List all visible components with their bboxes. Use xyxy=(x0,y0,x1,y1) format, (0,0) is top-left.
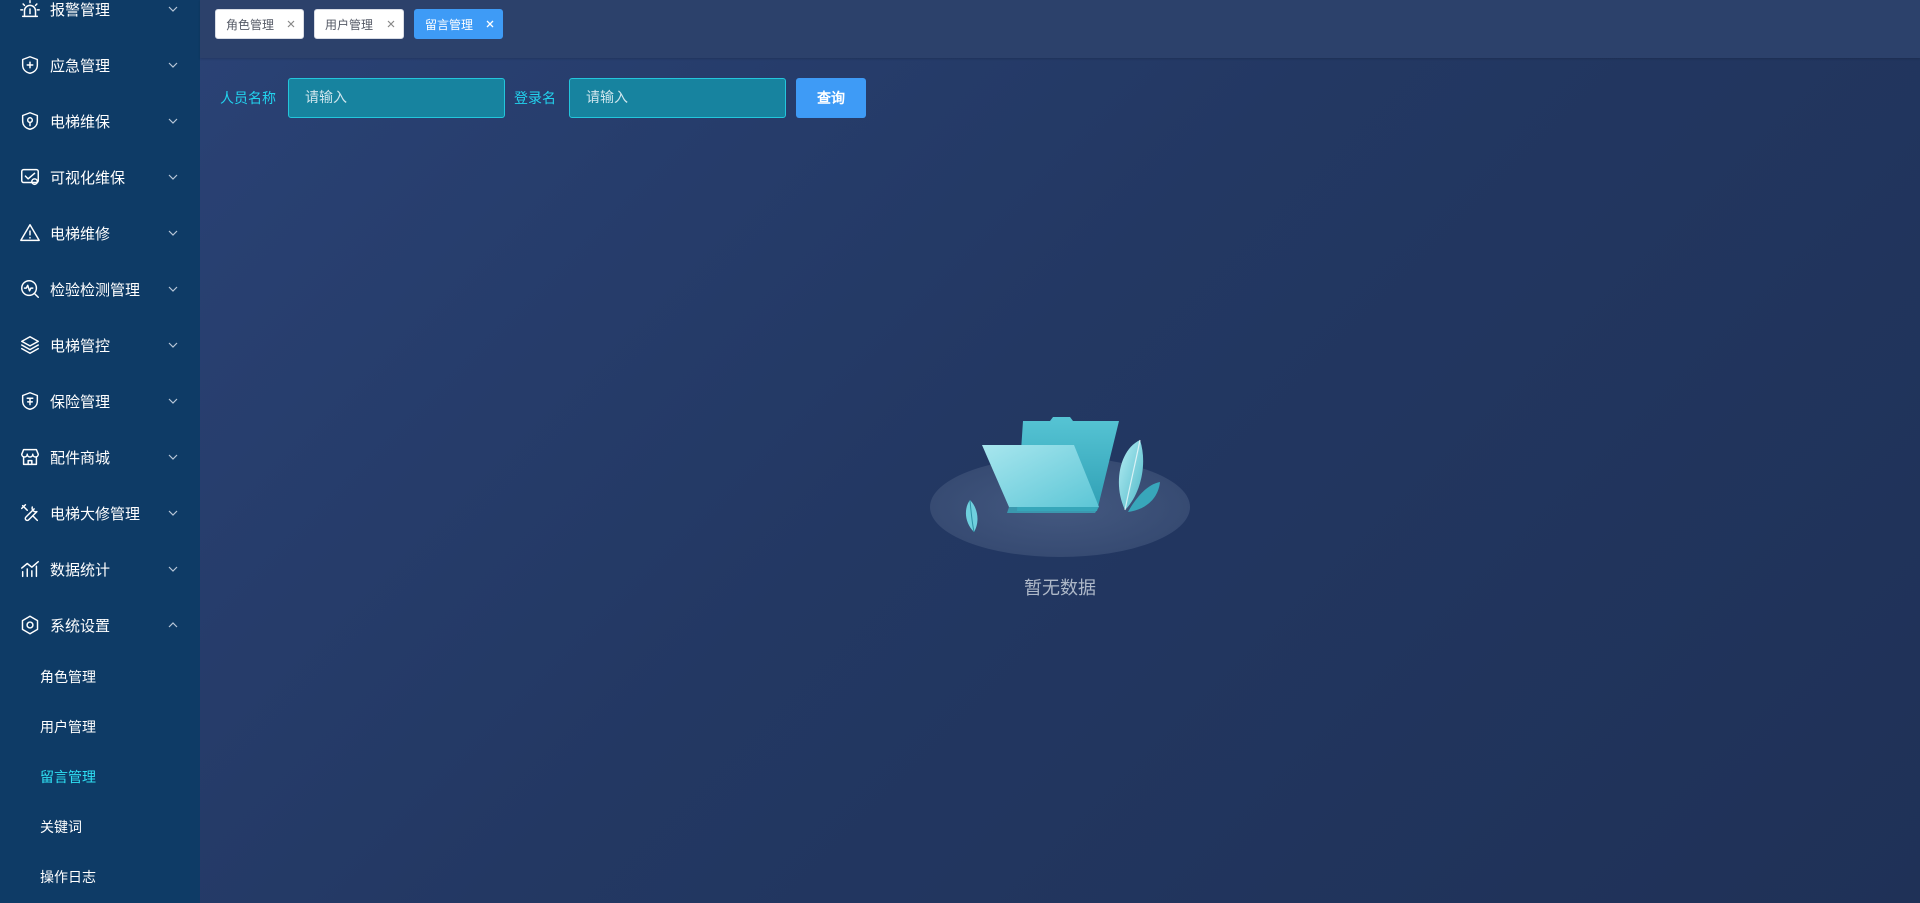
menu-item-control[interactable]: 电梯管控 xyxy=(0,317,200,373)
chevron-down-icon xyxy=(167,283,179,295)
submenu-item-users[interactable]: 用户管理 xyxy=(0,702,200,752)
main-content: 角色管理 用户管理 留言管理 人员名称 登录名 查询 xyxy=(200,0,1920,903)
query-button[interactable]: 查询 xyxy=(796,78,866,118)
chevron-down-icon xyxy=(167,507,179,519)
sidebar: 报警管理 应急管理 电梯维保 可视化维保 电梯维修 检验检测管理 电梯管控 保险… xyxy=(0,0,200,903)
chevron-down-icon xyxy=(167,171,179,183)
chevron-down-icon xyxy=(167,115,179,127)
submenu-label: 角色管理 xyxy=(40,670,96,686)
tools-icon xyxy=(19,502,41,524)
menu-item-insurance[interactable]: 保险管理 xyxy=(0,373,200,429)
shield-wrench-icon xyxy=(19,110,41,132)
menu-item-maintenance[interactable]: 电梯维保 xyxy=(0,93,200,149)
chevron-down-icon xyxy=(167,563,179,575)
alarm-icon xyxy=(19,0,41,20)
menu-label: 保险管理 xyxy=(50,392,111,411)
menu-item-system-settings[interactable]: 系统设置 xyxy=(0,597,200,653)
chevron-down-icon xyxy=(167,59,179,71)
name-label: 人员名称 xyxy=(220,91,276,107)
menu-item-overhaul[interactable]: 电梯大修管理 xyxy=(0,485,200,541)
submenu-item-operation-log[interactable]: 操作日志 xyxy=(0,852,200,902)
tab-messages[interactable]: 留言管理 xyxy=(414,9,503,39)
tab-label: 用户管理 xyxy=(325,17,374,32)
chevron-down-icon xyxy=(167,3,179,15)
submenu-item-messages[interactable]: 留言管理 xyxy=(0,752,200,802)
menu-label: 数据统计 xyxy=(50,560,111,579)
menu-item-emergency[interactable]: 应急管理 xyxy=(0,37,200,93)
menu-item-inspection[interactable]: 检验检测管理 xyxy=(0,261,200,317)
chevron-up-icon xyxy=(167,619,179,631)
submenu-label: 用户管理 xyxy=(40,720,96,736)
close-icon[interactable] xyxy=(385,18,397,30)
empty-text: 暂无数据 xyxy=(1024,578,1096,599)
close-icon[interactable] xyxy=(285,18,297,30)
menu-label: 检验检测管理 xyxy=(50,280,141,299)
tab-roles[interactable]: 角色管理 xyxy=(215,9,304,39)
submenu-label: 关键词 xyxy=(40,820,82,836)
empty-illustration xyxy=(930,410,1190,600)
menu-item-store[interactable]: 配件商城 xyxy=(0,429,200,485)
search-pulse-icon xyxy=(19,278,41,300)
tab-label: 角色管理 xyxy=(226,17,275,32)
name-input[interactable] xyxy=(288,78,505,118)
menu-item-statistics[interactable]: 数据统计 xyxy=(0,541,200,597)
menu-item-visual-maintenance[interactable]: 可视化维保 xyxy=(0,149,200,205)
menu-label: 配件商城 xyxy=(50,448,111,467)
layers-icon xyxy=(19,334,41,356)
menu-label: 系统设置 xyxy=(50,616,111,635)
login-label: 登录名 xyxy=(514,91,556,107)
menu-label: 电梯管控 xyxy=(50,336,111,355)
submenu-label: 操作日志 xyxy=(40,870,96,886)
tab-bar: 角色管理 用户管理 留言管理 xyxy=(200,0,1920,58)
menu-item-repair[interactable]: 电梯维修 xyxy=(0,205,200,261)
chart-icon xyxy=(19,558,41,580)
tab-users[interactable]: 用户管理 xyxy=(314,9,404,39)
close-icon[interactable] xyxy=(484,18,496,30)
empty-folder-icon xyxy=(930,417,1190,557)
submenu-item-keywords[interactable]: 关键词 xyxy=(0,802,200,852)
menu-label: 电梯大修管理 xyxy=(50,504,141,523)
store-icon xyxy=(19,446,41,468)
menu-label: 应急管理 xyxy=(50,56,111,75)
monitor-check-icon xyxy=(19,166,41,188)
chevron-down-icon xyxy=(167,395,179,407)
settings-icon xyxy=(19,614,41,636)
submenu-item-roles[interactable]: 角色管理 xyxy=(0,652,200,702)
menu-label: 报警管理 xyxy=(50,0,111,19)
menu-label: 电梯维保 xyxy=(50,112,111,131)
chevron-down-icon xyxy=(167,227,179,239)
tab-label: 留言管理 xyxy=(425,17,474,32)
chevron-down-icon xyxy=(167,339,179,351)
insurance-shield-icon xyxy=(19,390,41,412)
shield-plus-icon xyxy=(19,54,41,76)
chevron-down-icon xyxy=(167,451,179,463)
login-input[interactable] xyxy=(569,78,786,118)
menu-label: 可视化维保 xyxy=(50,168,126,187)
menu-item-alarm[interactable]: 报警管理 xyxy=(0,0,200,37)
submenu-label: 留言管理 xyxy=(40,770,96,786)
menu-label: 电梯维修 xyxy=(50,224,111,243)
warning-icon xyxy=(19,222,41,244)
